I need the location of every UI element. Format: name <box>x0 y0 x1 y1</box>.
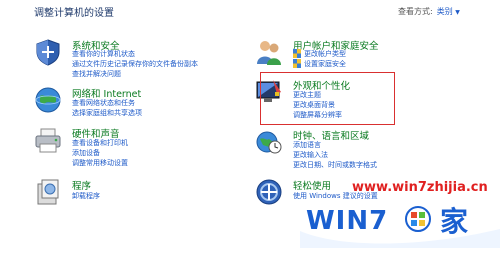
link-view-computer-status[interactable]: 查看你的计算机状态 <box>72 49 135 59</box>
link-add-language[interactable]: 添加语言 <box>293 140 321 150</box>
link-date-time-format[interactable]: 更改日期、时间或数字格式 <box>293 160 377 170</box>
uac-shield-icon <box>293 49 301 58</box>
link-homegroup-sharing[interactable]: 选择家庭组和共享选项 <box>72 108 142 118</box>
link-devices-printers[interactable]: 查看设备和打印机 <box>72 138 128 148</box>
link-change-input-method[interactable]: 更改输入法 <box>293 150 328 160</box>
link-change-account-type[interactable]: 更改帐户类型 <box>304 49 346 59</box>
clock-globe-icon <box>256 131 282 154</box>
category-title-ease-of-access[interactable]: 轻松使用 <box>293 178 331 192</box>
logo-text: WIN7 <box>306 206 388 236</box>
network-globe-icon <box>35 87 61 113</box>
link-add-device[interactable]: 添加设备 <box>72 148 100 158</box>
view-by-control[interactable]: 查看方式: 类别 ▼ <box>398 6 460 17</box>
win7-home-logo: WIN7 家 <box>300 204 500 248</box>
link-family-safety[interactable]: 设置家庭安全 <box>304 59 346 69</box>
category-title-programs[interactable]: 程序 <box>72 178 91 192</box>
link-file-history-backup[interactable]: 通过文件历史记录保存你的文件备份副本 <box>72 59 198 69</box>
chevron-down-icon[interactable]: ▼ <box>455 9 460 16</box>
link-troubleshoot[interactable]: 查找并解决问题 <box>72 69 121 79</box>
programs-icon <box>37 179 59 205</box>
view-by-label: 查看方式: <box>398 7 433 16</box>
logo-char: 家 <box>440 205 468 238</box>
highlight-box <box>260 72 395 125</box>
users-icon <box>257 41 281 65</box>
link-mobility-settings[interactable]: 调整常用移动设置 <box>72 158 128 168</box>
uac-shield-icon <box>293 59 301 68</box>
view-by-value[interactable]: 类别 <box>437 7 453 16</box>
shield-icon <box>36 39 60 66</box>
link-network-status[interactable]: 查看网络状态和任务 <box>72 98 135 108</box>
printer-icon <box>35 128 61 153</box>
ease-of-access-icon <box>256 179 282 205</box>
link-uninstall-program[interactable]: 卸载程序 <box>72 191 100 201</box>
page-title: 调整计算机的设置 <box>34 8 114 19</box>
